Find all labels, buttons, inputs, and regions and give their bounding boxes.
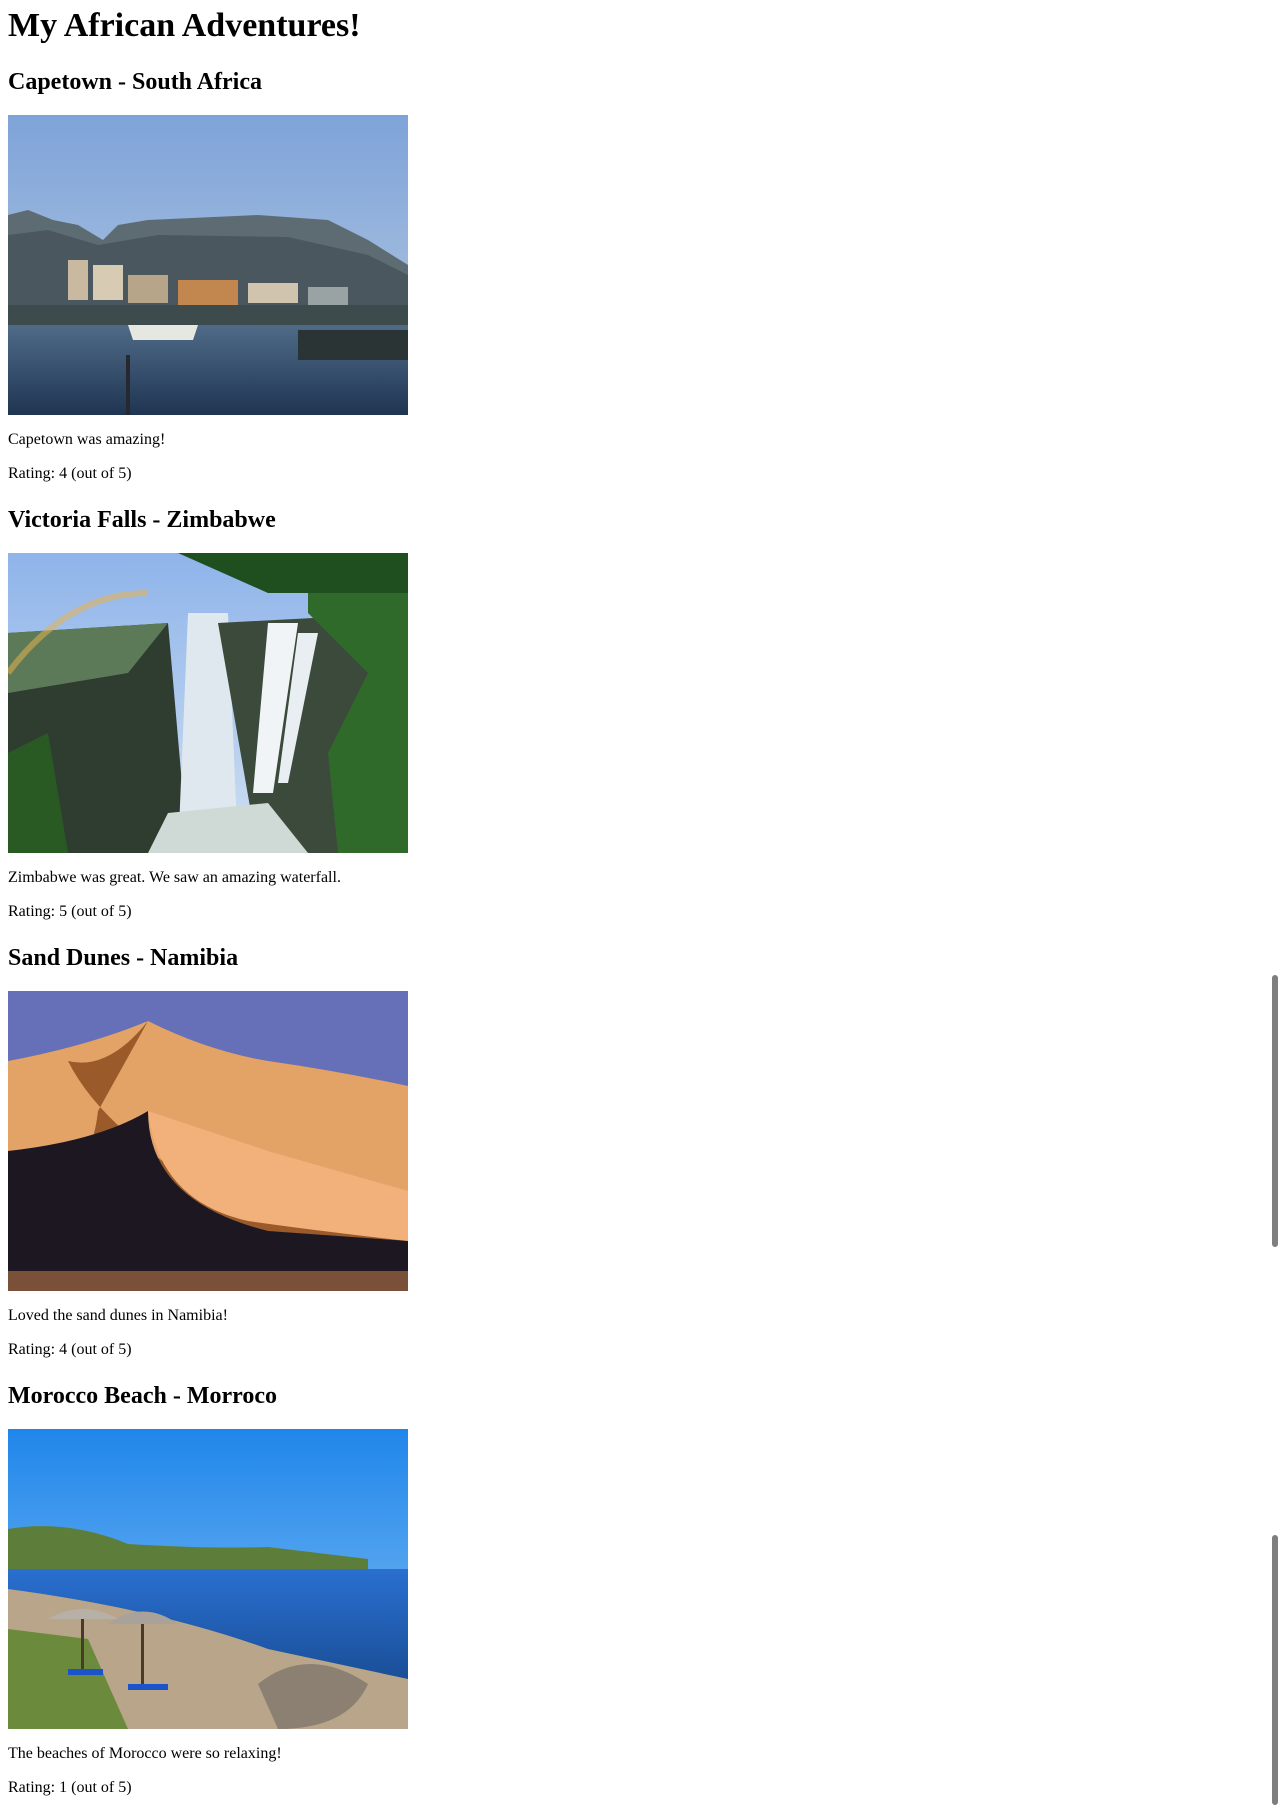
destination-entry-namibia: Sand Dunes - Namibia Loved the sand dune… xyxy=(8,943,1268,1360)
morocco-beach-photo xyxy=(8,1429,408,1729)
entry-rating: Rating: 5 (out of 5) xyxy=(8,903,132,920)
entry-caption: Loved the sand dunes in Namibia! xyxy=(8,1307,228,1324)
sand-dunes-photo xyxy=(8,991,408,1291)
destination-entry-victoria-falls: Victoria Falls - Zimbabwe Zimbabwe was g… xyxy=(8,505,1268,922)
entry-rating: Rating: 1 (out of 5) xyxy=(8,1779,132,1796)
scrollbar-upper[interactable] xyxy=(1268,975,1280,1250)
destination-entry-capetown: Capetown - South Africa Capetown was ama… xyxy=(8,67,1268,484)
victoria-falls-image xyxy=(8,553,408,853)
morocco-beach-image xyxy=(8,1429,408,1729)
entry-caption: Zimbabwe was great. We saw an amazing wa… xyxy=(8,869,341,886)
capetown-photo xyxy=(8,115,408,415)
entry-heading: Capetown - South Africa xyxy=(8,69,263,95)
entry-caption: Capetown was amazing! xyxy=(8,431,166,448)
entry-rating: Rating: 4 (out of 5) xyxy=(8,1341,132,1358)
page-title: My African Adventures! xyxy=(8,7,361,44)
destination-entry-morocco: Morocco Beach - Morroco The beaches of M… xyxy=(8,1381,1268,1798)
entry-caption: The beaches of Morocco were so relaxing! xyxy=(8,1745,282,1762)
victoria-falls-photo xyxy=(8,553,408,853)
page-content: My African Adventures! Capetown - South … xyxy=(8,0,1268,1798)
entry-rating: Rating: 4 (out of 5) xyxy=(8,465,132,482)
scrollbar-thumb-lower[interactable] xyxy=(1272,1535,1278,1805)
entry-heading: Morocco Beach - Morroco xyxy=(8,1383,278,1409)
scrollbar-thumb-upper[interactable] xyxy=(1272,975,1278,1247)
sand-dunes-image xyxy=(8,991,408,1291)
entry-heading: Victoria Falls - Zimbabwe xyxy=(8,507,276,533)
scrollbar-lower[interactable] xyxy=(1268,1535,1280,1806)
entry-heading: Sand Dunes - Namibia xyxy=(8,945,239,971)
capetown-image xyxy=(8,115,408,415)
